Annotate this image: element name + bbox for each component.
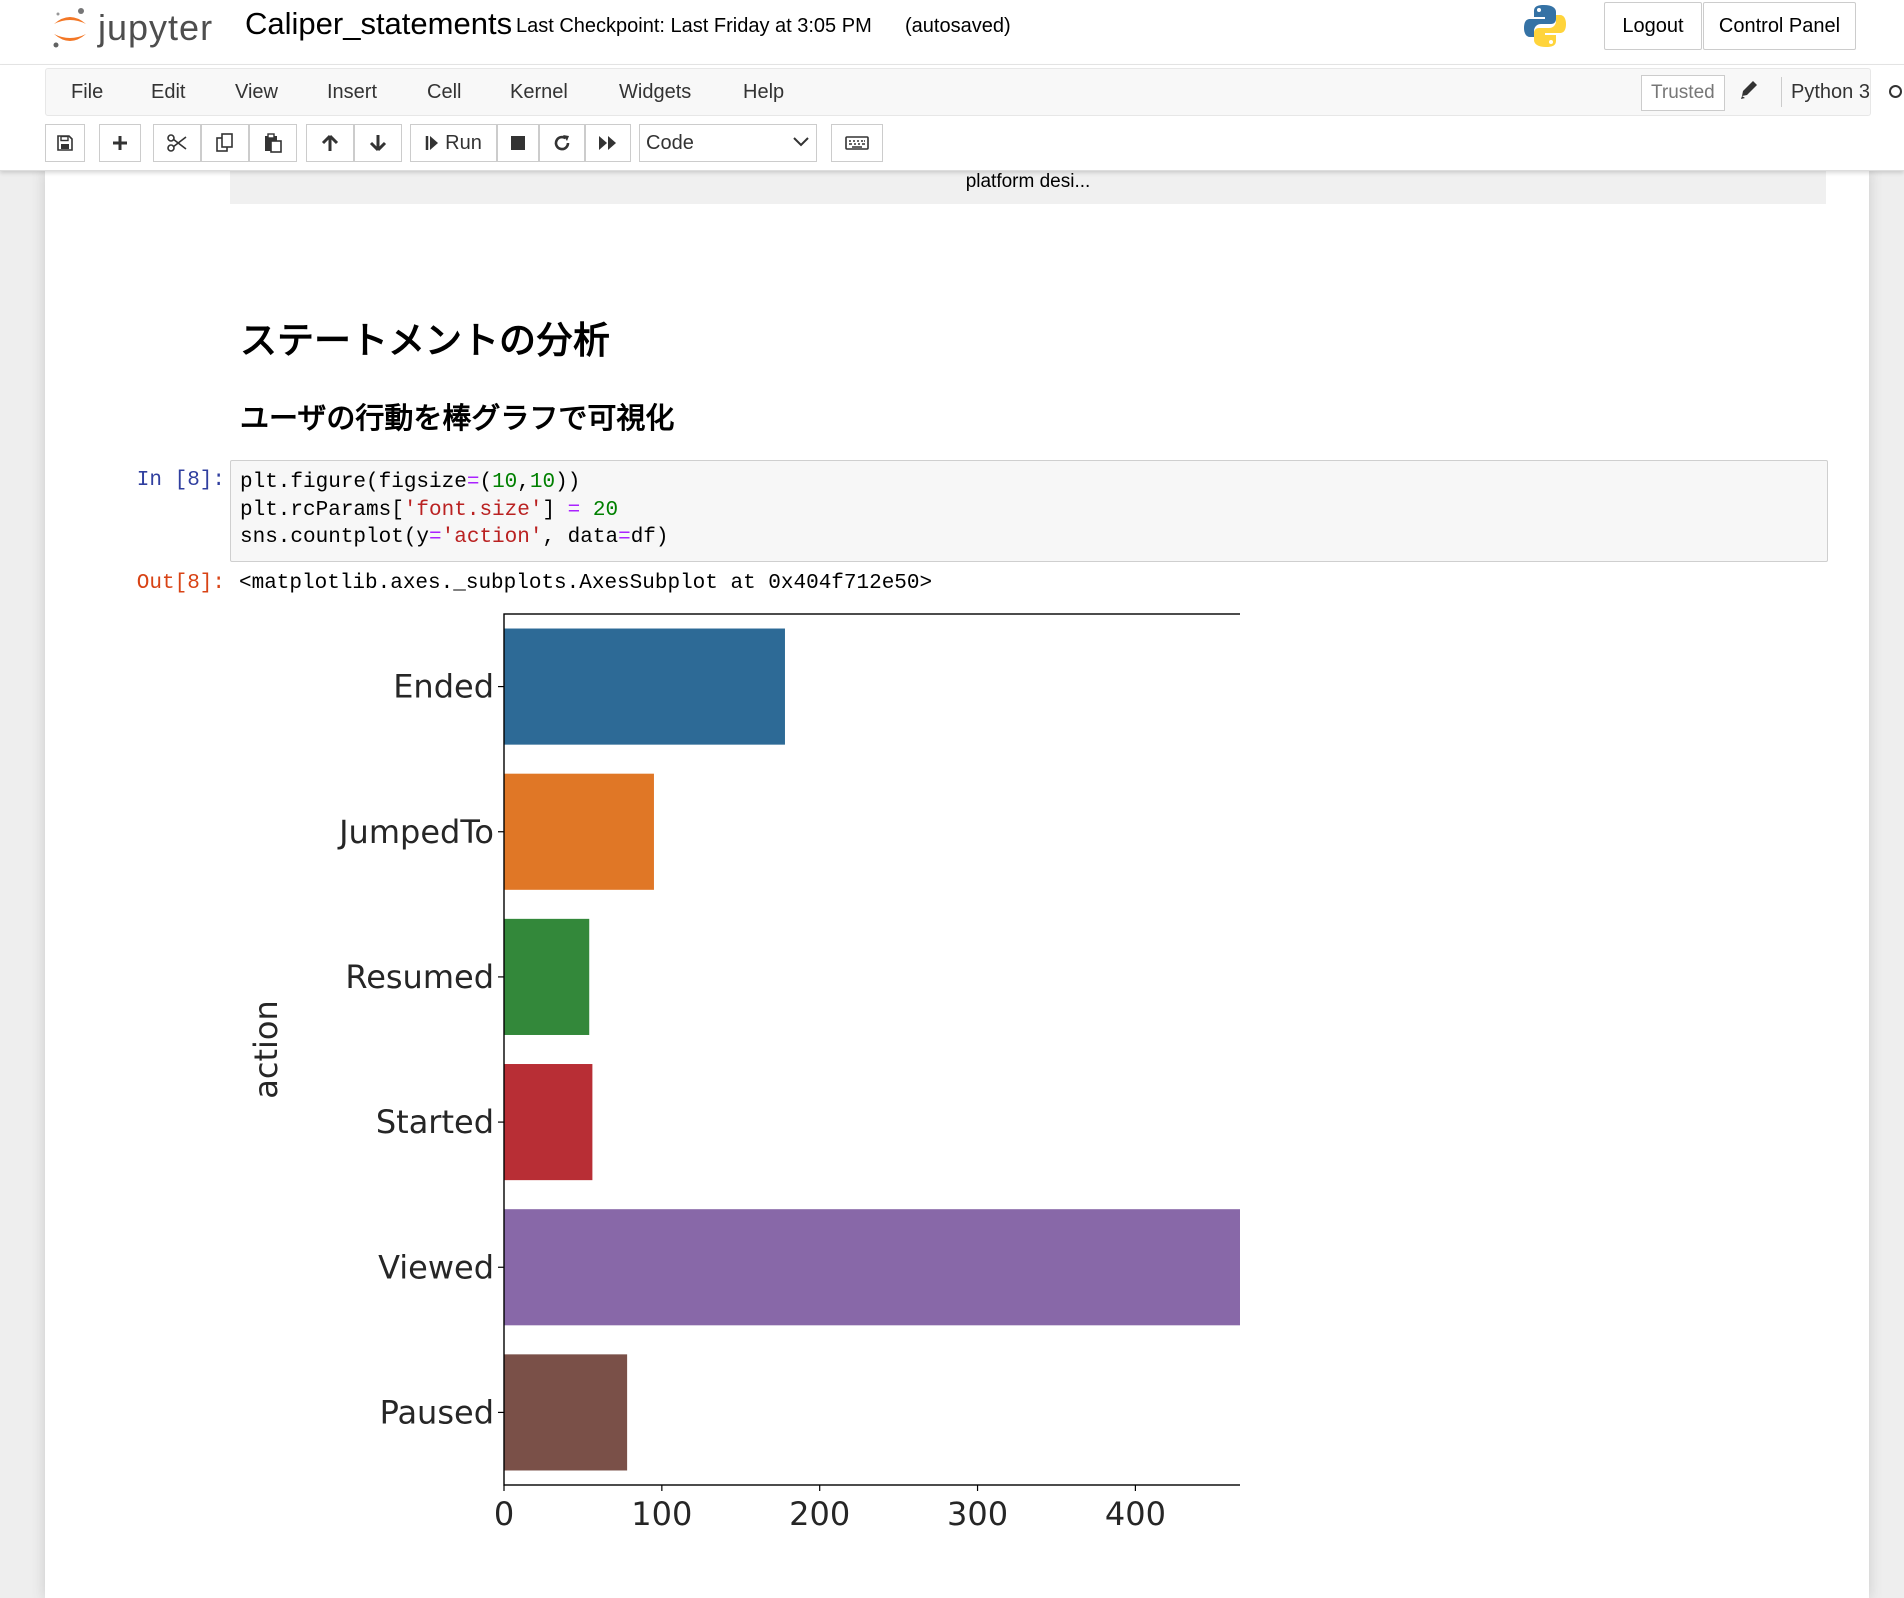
y-tick-label: Paused [380,1393,494,1431]
scissors-icon [167,134,187,152]
checkpoint-status: Last Checkpoint: Last Friday at 3:05 PM [516,15,872,37]
markdown-heading[interactable]: ステートメントの分析 [240,310,610,364]
bar-started [504,1064,593,1181]
run-button[interactable]: Run [410,124,497,162]
notebook-name[interactable]: Caliper_statements [245,6,512,42]
x-tick-label: 200 [789,1495,850,1531]
x-tick-label: 100 [631,1495,692,1531]
menu-file[interactable]: File [71,81,103,104]
paste-icon [265,133,282,153]
y-tick-label: Viewed [378,1248,494,1286]
python-logo-icon [1524,5,1566,47]
keyboard-icon [845,136,869,150]
bar-jumpedto [504,773,654,890]
trusted-indicator[interactable]: Trusted [1641,75,1725,111]
move-down-button[interactable] [354,124,402,162]
interrupt-kernel-button[interactable] [497,124,539,162]
control-panel-button[interactable]: Control Panel [1703,2,1856,50]
kernel-name[interactable]: Python 3 [1791,81,1870,104]
restart-kernel-button[interactable] [539,124,585,162]
step-forward-icon [425,136,439,150]
menu-help[interactable]: Help [743,81,784,104]
copy-icon [216,133,233,152]
bar-resumed [504,918,590,1035]
menubar-container: File Edit View Insert Cell Kernel Widget… [0,65,1904,171]
restart-run-all-button[interactable] [585,124,631,162]
input-prompt: In [8]: [136,469,225,492]
output-prompt: Out[8]: [136,572,225,595]
move-up-button[interactable] [306,124,354,162]
fast-forward-icon [599,136,616,150]
save-button[interactable] [45,124,85,162]
code-line: plt.figure(figsize=(10,10)) [240,471,581,494]
copy-button[interactable] [201,124,249,162]
autosave-status: (autosaved) [905,15,1011,37]
y-tick-label: Resumed [345,958,494,996]
menu-cell[interactable]: Cell [427,81,461,104]
logo-text: jupyter [98,7,214,48]
menu-insert[interactable]: Insert [327,81,377,104]
y-axis-label: action [247,1000,285,1099]
plus-icon [113,136,127,150]
cut-button[interactable] [153,124,201,162]
menu-widgets[interactable]: Widgets [619,81,691,104]
bar-viewed [504,1209,1240,1326]
code-cell-input[interactable]: plt.figure(figsize=(10,10)) plt.rcParams… [230,460,1828,562]
y-tick-label: Started [376,1103,494,1141]
jupyter-logo[interactable]: jupyter [50,4,213,52]
notebook-container: platform desi... ステートメントの分析 ユーザの行動を棒グラフで… [45,171,1869,1598]
menu-kernel[interactable]: Kernel [510,81,568,104]
countplot-chart: Ended JumpedTo Resumed Started Viewed Paused 0… [247,613,1240,1531]
notebook-header: jupyter Caliper_statements Last Checkpoi… [0,0,1904,65]
x-tick-label: 300 [947,1495,1008,1531]
menubar: File Edit View Insert Cell Kernel Widget… [45,68,1902,116]
cell-type-select[interactable]: Code [639,124,817,162]
markdown-subheading[interactable]: ユーザの行動を棒グラフで可視化 [240,395,674,437]
previous-output-text: platform desi... [965,171,1091,192]
stop-icon [511,136,525,150]
command-palette-button[interactable] [831,124,883,162]
cell-type-value: Code [646,131,694,154]
y-tick-label: Ended [393,668,494,706]
jupyter-logo-icon [53,8,86,48]
menu-edit[interactable]: Edit [151,81,185,104]
bar-paused [504,1354,628,1471]
code-line: sns.countplot(y='action', data=df) [240,526,669,549]
bar-ended [504,628,785,745]
code-text: plt.figure(figsize=(10,10)) plt.rcParams… [231,461,1827,560]
arrow-up-icon [321,134,339,151]
code-line: plt.rcParams['font.size'] = 20 [240,498,619,522]
x-tick-label: 400 [1105,1495,1166,1531]
run-label: Run [445,131,482,154]
menu-view[interactable]: View [235,81,278,104]
edit-pencil-icon[interactable] [1739,79,1759,101]
arrow-down-icon [369,135,387,152]
restart-icon [554,135,570,151]
save-icon [57,135,73,151]
paste-button[interactable] [249,124,297,162]
previous-output: platform desi... [230,171,1826,204]
kernel-separator [1781,77,1782,107]
chevron-down-icon [793,137,809,147]
y-tick-label: JumpedTo [337,813,494,851]
kernel-idle-icon [1889,85,1902,98]
output-text: <matplotlib.axes._subplots.AxesSubplot a… [239,572,933,595]
logout-button[interactable]: Logout [1604,2,1702,50]
x-tick-label: 0 [494,1495,514,1531]
insert-cell-button[interactable] [99,124,141,162]
